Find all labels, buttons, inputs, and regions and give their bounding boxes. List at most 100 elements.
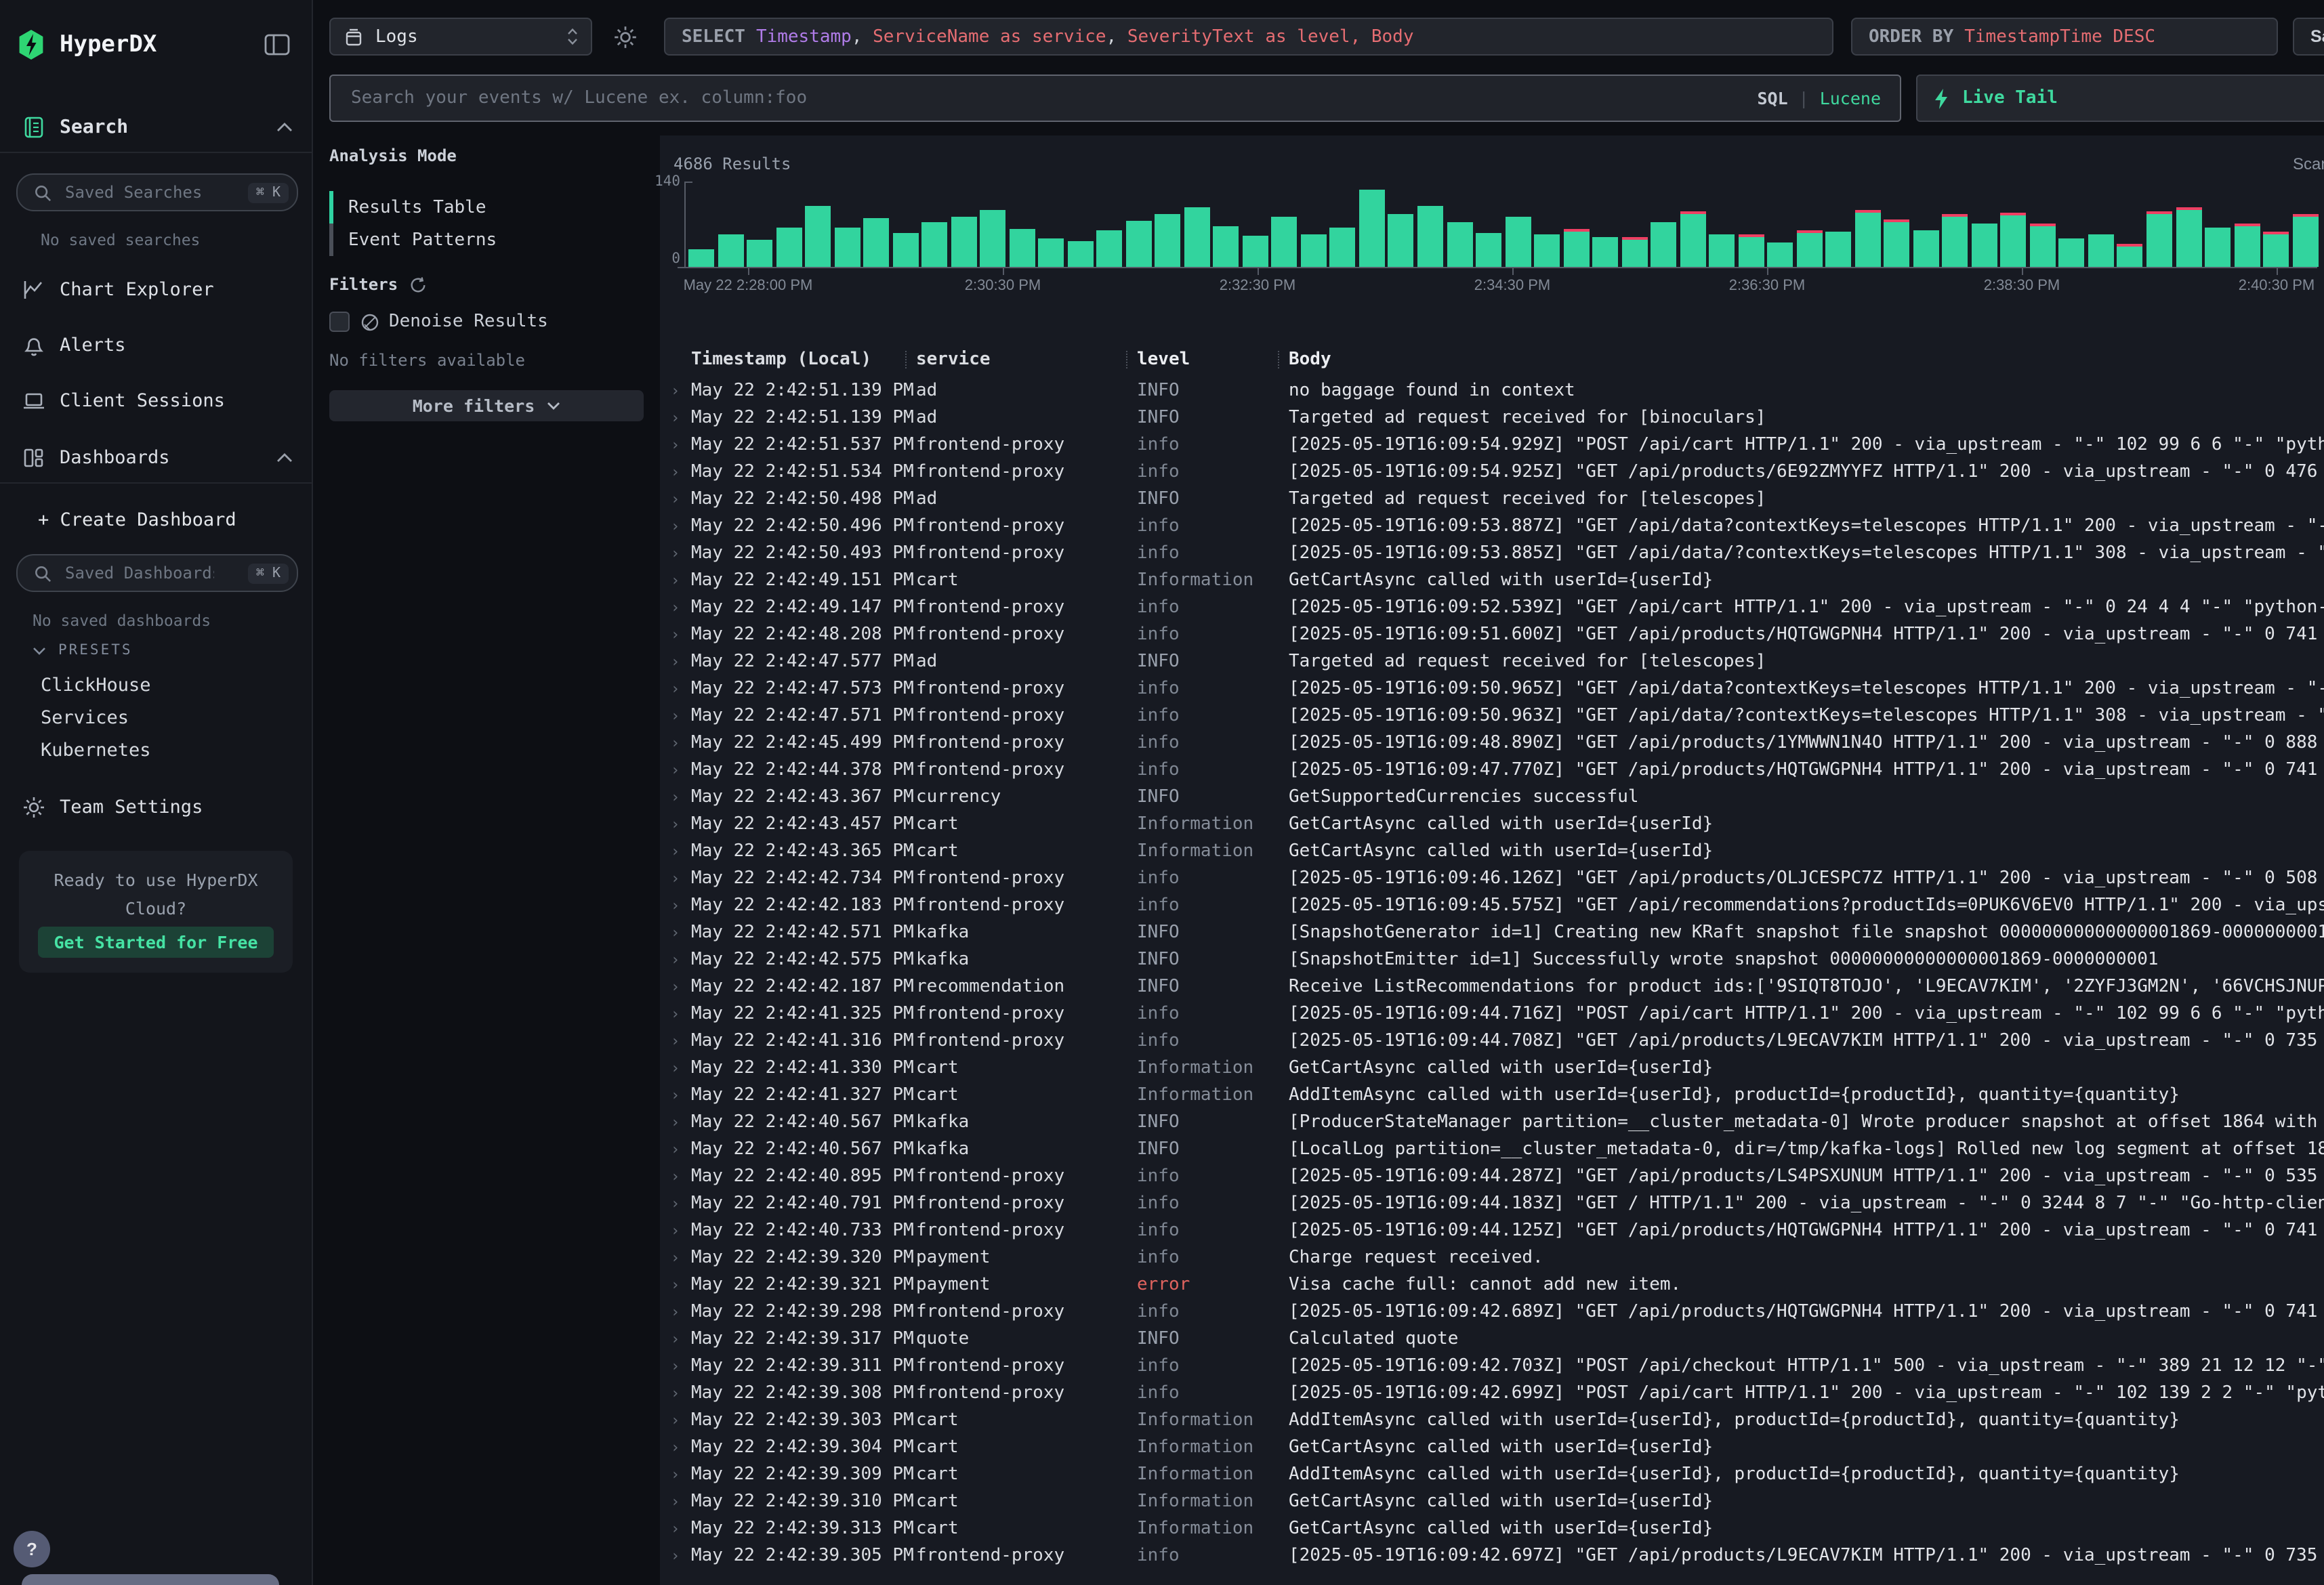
col-level[interactable]: level (1137, 349, 1289, 369)
sidebar-item-dashboards[interactable]: Dashboards (0, 440, 312, 476)
preset-clickhouse[interactable]: ClickHouse (41, 675, 151, 696)
histogram-bar[interactable] (1563, 232, 1589, 267)
preset-services[interactable]: Services (41, 707, 129, 729)
mode-results-table[interactable]: Results Table (329, 191, 644, 224)
histogram-bar[interactable] (921, 222, 947, 267)
table-row[interactable]: ›May 22 2:42:43.365 PMcartInformationGet… (660, 837, 2324, 864)
histogram-bar[interactable] (1767, 242, 1793, 267)
presets-section-toggle[interactable]: PRESETS (33, 642, 133, 658)
table-row[interactable]: ›May 22 2:42:42.187 PMrecommendationINFO… (660, 973, 2324, 1000)
histogram-error-bar[interactable] (2234, 224, 2260, 226)
table-row[interactable]: ›May 22 2:42:51.534 PMfrontend-proxyinfo… (660, 458, 2324, 485)
saved-searches-input[interactable] (62, 182, 217, 203)
histogram-bar[interactable] (1738, 237, 1764, 267)
table-row[interactable]: ›May 22 2:42:41.325 PMfrontend-proxyinfo… (660, 1000, 2324, 1027)
histogram-error-bar[interactable] (2263, 232, 2289, 234)
histogram-error-bar[interactable] (1621, 237, 1647, 240)
histogram-bar[interactable] (1243, 236, 1268, 267)
table-row[interactable]: ›May 22 2:42:48.208 PMfrontend-proxyinfo… (660, 620, 2324, 648)
histogram-error-bar[interactable] (1797, 230, 1823, 233)
histogram-bar[interactable] (1301, 234, 1327, 267)
histogram-error-bar[interactable] (1943, 214, 1968, 217)
histogram-bar[interactable] (1184, 207, 1210, 267)
histogram-bar[interactable] (2292, 217, 2318, 267)
histogram-error-bar[interactable] (1680, 211, 1705, 214)
column-resize-handle[interactable] (1126, 351, 1127, 368)
histogram-bar[interactable] (1680, 214, 1705, 267)
col-body[interactable]: Body (1289, 349, 2324, 369)
table-row[interactable]: ›May 22 2:42:43.367 PMcurrencyINFOGetSup… (660, 783, 2324, 810)
table-row[interactable]: ›May 22 2:42:50.496 PMfrontend-proxyinfo… (660, 512, 2324, 539)
table-row[interactable]: ›May 22 2:42:44.378 PMfrontend-proxyinfo… (660, 756, 2324, 783)
table-row[interactable]: ›May 22 2:42:49.151 PMcartInformationGet… (660, 566, 2324, 593)
table-row[interactable]: ›May 22 2:42:39.310 PMcartInformationGet… (660, 1487, 2324, 1515)
histogram-bar[interactable] (688, 249, 714, 267)
saved-dashboards-input[interactable] (62, 562, 217, 584)
save-button[interactable]: Sa (2293, 18, 2324, 56)
col-service[interactable]: service (916, 349, 1137, 369)
table-row[interactable]: ›May 22 2:42:39.309 PMcartInformationAdd… (660, 1460, 2324, 1487)
histogram-bar[interactable] (1476, 233, 1501, 267)
histogram-bar[interactable] (2234, 226, 2260, 267)
table-row[interactable]: ›May 22 2:42:47.571 PMfrontend-proxyinfo… (660, 702, 2324, 729)
table-row[interactable]: ›May 22 2:42:40.791 PMfrontend-proxyinfo… (660, 1189, 2324, 1217)
chevron-up-icon[interactable] (276, 122, 293, 133)
histogram-bar[interactable] (1826, 232, 1852, 267)
help-button[interactable]: ? (14, 1531, 50, 1567)
select-clause-input[interactable]: SELECT Timestamp, ServiceName as service… (664, 18, 1833, 56)
sidebar-item-alerts[interactable]: Alerts (0, 328, 312, 363)
histogram-bar[interactable] (1009, 229, 1035, 267)
table-row[interactable]: ›May 22 2:42:47.573 PMfrontend-proxyinfo… (660, 675, 2324, 702)
histogram-bar[interactable] (1447, 222, 1472, 267)
histogram-bar[interactable] (1797, 233, 1823, 267)
sidebar-item-client-sessions[interactable]: Client Sessions (0, 383, 312, 419)
live-tail-button[interactable]: Live Tail (1916, 75, 2324, 122)
chevron-up-icon[interactable] (276, 452, 293, 463)
histogram-bar[interactable] (1155, 214, 1181, 267)
col-timestamp[interactable]: Timestamp (Local) (691, 349, 916, 369)
table-row[interactable]: ›May 22 2:42:42.734 PMfrontend-proxyinfo… (660, 864, 2324, 891)
histogram-bar[interactable] (863, 218, 889, 267)
histogram-bar[interactable] (892, 233, 918, 267)
histogram-bar[interactable] (1272, 217, 1298, 267)
sidebar-collapse-icon[interactable] (264, 34, 290, 56)
table-row[interactable]: ›May 22 2:42:43.457 PMcartInformationGet… (660, 810, 2324, 837)
histogram-bar[interactable] (1038, 238, 1064, 267)
lang-lucene-option[interactable]: Lucene (1820, 88, 1881, 108)
saved-dashboards-search[interactable]: ⌘ K (16, 554, 298, 592)
table-row[interactable]: ›May 22 2:42:39.305 PMfrontend-proxyinfo… (660, 1542, 2324, 1569)
table-row[interactable]: ›May 22 2:42:40.733 PMfrontend-proxyinfo… (660, 1217, 2324, 1244)
histogram-bar[interactable] (2176, 210, 2201, 267)
table-row[interactable]: ›May 22 2:42:39.321 PMpaymenterrorVisa c… (660, 1271, 2324, 1298)
table-row[interactable]: ›May 22 2:42:47.577 PMadINFOTargeted ad … (660, 648, 2324, 675)
table-row[interactable]: ›May 22 2:42:40.567 PMkafkaINFO[Producer… (660, 1108, 2324, 1135)
histogram-bar[interactable] (718, 234, 743, 267)
sidebar-item-team-settings[interactable]: Team Settings (0, 790, 312, 825)
refresh-icon[interactable] (409, 276, 426, 293)
source-settings-gear-icon[interactable] (613, 24, 638, 50)
get-started-button[interactable]: Get Started for Free (38, 927, 274, 958)
histogram-error-bar[interactable] (2292, 214, 2318, 217)
source-select[interactable]: Logs (329, 18, 592, 56)
histogram-error-bar[interactable] (2001, 213, 2027, 215)
histogram-bar[interactable] (1884, 222, 1910, 267)
table-row[interactable]: ›May 22 2:42:42.571 PMkafkaINFO[Snapshot… (660, 918, 2324, 946)
histogram-error-bar[interactable] (1855, 210, 1881, 213)
table-row[interactable]: ›May 22 2:42:39.320 PMpaymentinfoCharge … (660, 1244, 2324, 1271)
histogram-bar[interactable] (1505, 217, 1531, 267)
table-row[interactable]: ›May 22 2:42:41.327 PMcartInformationAdd… (660, 1081, 2324, 1108)
histogram-bar[interactable] (2117, 247, 2143, 267)
histogram-bar[interactable] (1592, 237, 1618, 267)
table-row[interactable]: ›May 22 2:42:39.298 PMfrontend-proxyinfo… (660, 1298, 2324, 1325)
table-row[interactable]: ›May 22 2:42:39.308 PMfrontend-proxyinfo… (660, 1379, 2324, 1406)
histogram-bar[interactable] (1534, 234, 1560, 267)
table-row[interactable]: ›May 22 2:42:42.575 PMkafkaINFO[Snapshot… (660, 946, 2324, 973)
table-row[interactable]: ›May 22 2:42:41.330 PMcartInformationGet… (660, 1054, 2324, 1081)
table-row[interactable]: ›May 22 2:42:40.567 PMkafkaINFO[LocalLog… (660, 1135, 2324, 1162)
histogram-bar[interactable] (1621, 240, 1647, 267)
table-row[interactable]: ›May 22 2:42:39.313 PMcartInformationGet… (660, 1515, 2324, 1542)
histogram-error-bar[interactable] (1738, 234, 1764, 237)
table-row[interactable]: ›May 22 2:42:45.499 PMfrontend-proxyinfo… (660, 729, 2324, 756)
event-search-bar[interactable]: SQL | Lucene (329, 75, 1901, 122)
histogram-error-bar[interactable] (1884, 219, 1910, 222)
